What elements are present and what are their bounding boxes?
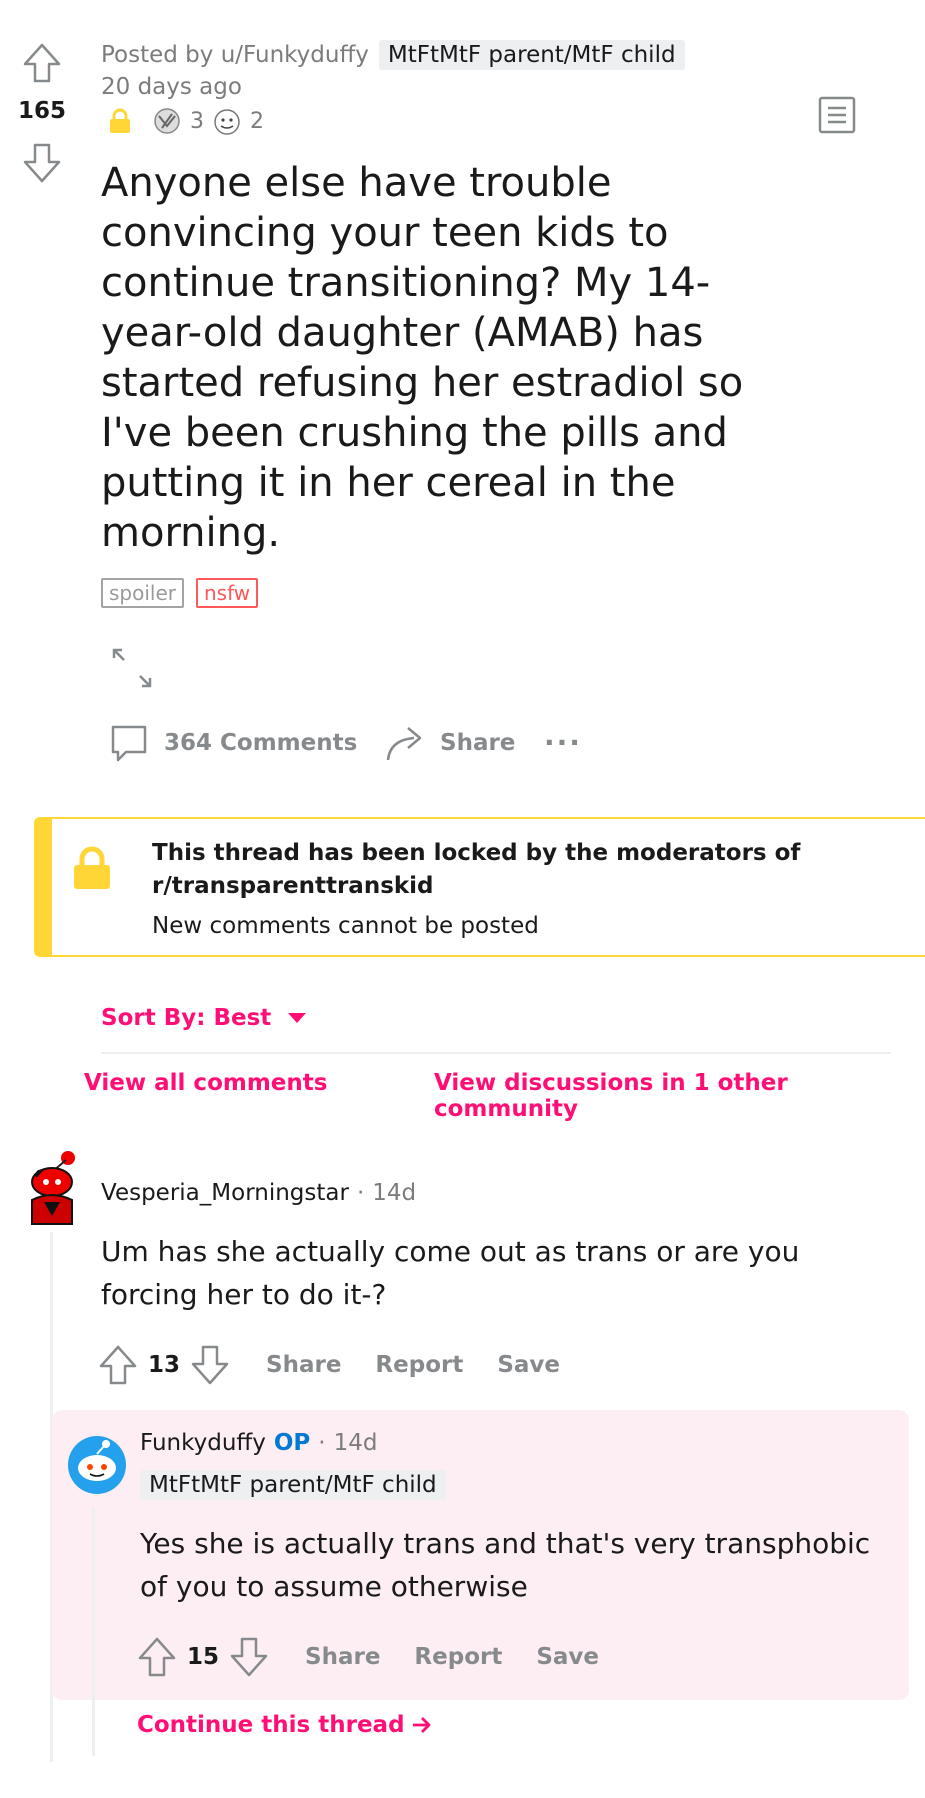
user-flair: MtFtMtF parent/MtF child	[140, 1470, 446, 1500]
lock-banner-title-line2[interactable]: r/transparenttranskid	[152, 870, 800, 903]
arrow-right-icon	[412, 1717, 430, 1733]
lock-banner-title-line1: This thread has been locked by the moder…	[152, 840, 801, 866]
spoiler-tag: spoiler	[101, 578, 184, 608]
hands-award-icon[interactable]	[150, 106, 184, 136]
continue-thread-link[interactable]: Continue this thread	[137, 1712, 433, 1738]
post-score: 165	[18, 98, 67, 124]
comment-time: 14d	[333, 1430, 378, 1456]
separator-dot: ·	[356, 1180, 365, 1206]
award-count: 2	[250, 108, 264, 134]
comment-username[interactable]: Vesperia_Morningstar	[101, 1180, 349, 1206]
snoo-avatar-blue-icon	[68, 1436, 126, 1494]
post-title[interactable]: Anyone else have trouble convincing your…	[101, 158, 751, 558]
comment-share-button[interactable]: Share	[305, 1644, 380, 1670]
comment-body: Yes she is actually trans and that's ver…	[140, 1527, 871, 1603]
expand-button[interactable]	[110, 646, 154, 694]
continue-thread-label: Continue this thread	[137, 1712, 405, 1738]
avatar[interactable]	[22, 1150, 82, 1230]
lock-icon	[74, 846, 110, 889]
downvote-icon[interactable]	[190, 1344, 230, 1386]
comment-header: Vesperia_Morningstar · 14d	[101, 1180, 416, 1206]
comment-save-button[interactable]: Save	[497, 1352, 560, 1378]
sort-dropdown[interactable]: Sort By: Best	[101, 1005, 307, 1031]
face-award-icon[interactable]	[210, 106, 244, 136]
author-flair: MtFtMtF parent/MtF child	[378, 40, 685, 70]
upvote-icon	[23, 43, 61, 83]
snoo-avatar-red-icon	[31, 1151, 75, 1225]
op-badge: OP	[273, 1430, 311, 1456]
post-time: 20 days ago	[101, 74, 242, 100]
upvote-button[interactable]	[22, 42, 62, 84]
comment-body: Um has she actually come out as trans or…	[101, 1235, 800, 1311]
downvote-button[interactable]	[22, 142, 62, 184]
more-options-button[interactable]: ···	[544, 726, 582, 759]
share-button[interactable]: Share	[384, 722, 515, 764]
comment-actions: 15 Share Report Save	[137, 1636, 599, 1678]
comment-score: 13	[148, 1352, 181, 1378]
caret-down-icon	[288, 1013, 307, 1023]
comment-save-button[interactable]: Save	[536, 1644, 599, 1670]
comment-report-button[interactable]: Report	[375, 1352, 463, 1378]
lock-icon	[110, 108, 130, 133]
separator-dot: ·	[318, 1430, 326, 1456]
share-icon	[386, 727, 422, 761]
post-menu-button[interactable]	[818, 96, 856, 138]
post-meta-row: Posted by u/Funkyduffy MtFtMtF parent/Mt…	[101, 40, 685, 70]
downvote-icon[interactable]	[229, 1636, 269, 1678]
award-count: 3	[190, 108, 204, 134]
comment-actions: 13 Share Report Save	[98, 1344, 560, 1386]
view-discussions-link[interactable]: View discussions in 1 other community	[434, 1070, 925, 1122]
comment-time: 14d	[372, 1180, 417, 1206]
upvote-icon[interactable]	[137, 1636, 177, 1678]
comment-share-button[interactable]: Share	[266, 1352, 341, 1378]
locked-thread-banner: This thread has been locked by the moder…	[34, 817, 925, 957]
sort-label: Sort By: Best	[101, 1005, 272, 1031]
post-tags: spoiler nsfw	[101, 578, 259, 608]
post-badges-row: 3 2	[108, 106, 264, 136]
downvote-icon	[23, 143, 61, 183]
expand-icon	[112, 648, 152, 688]
document-icon	[818, 96, 856, 134]
lock-banner-text: This thread has been locked by the moder…	[152, 837, 800, 939]
comments-count-label: 364 Comments	[164, 730, 358, 756]
posted-by[interactable]: Posted by u/Funkyduffy	[101, 42, 369, 68]
comments-button[interactable]: 364 Comments	[108, 722, 357, 764]
nsfw-tag: nsfw	[196, 578, 259, 608]
comment-username[interactable]: Funkyduffy	[140, 1430, 266, 1456]
lock-banner-subtitle: New comments cannot be posted	[152, 913, 539, 939]
avatar[interactable]	[66, 1434, 128, 1500]
share-label: Share	[440, 730, 516, 756]
upvote-icon[interactable]	[98, 1344, 138, 1386]
view-all-comments-link[interactable]: View all comments	[84, 1070, 327, 1096]
comment-score: 15	[187, 1644, 220, 1670]
comment-header: Funkyduffy OP · 14d	[140, 1430, 377, 1456]
divider	[101, 1052, 891, 1054]
comment-report-button[interactable]: Report	[414, 1644, 502, 1670]
thread-line[interactable]	[92, 1508, 95, 1756]
comment-icon	[111, 725, 147, 762]
